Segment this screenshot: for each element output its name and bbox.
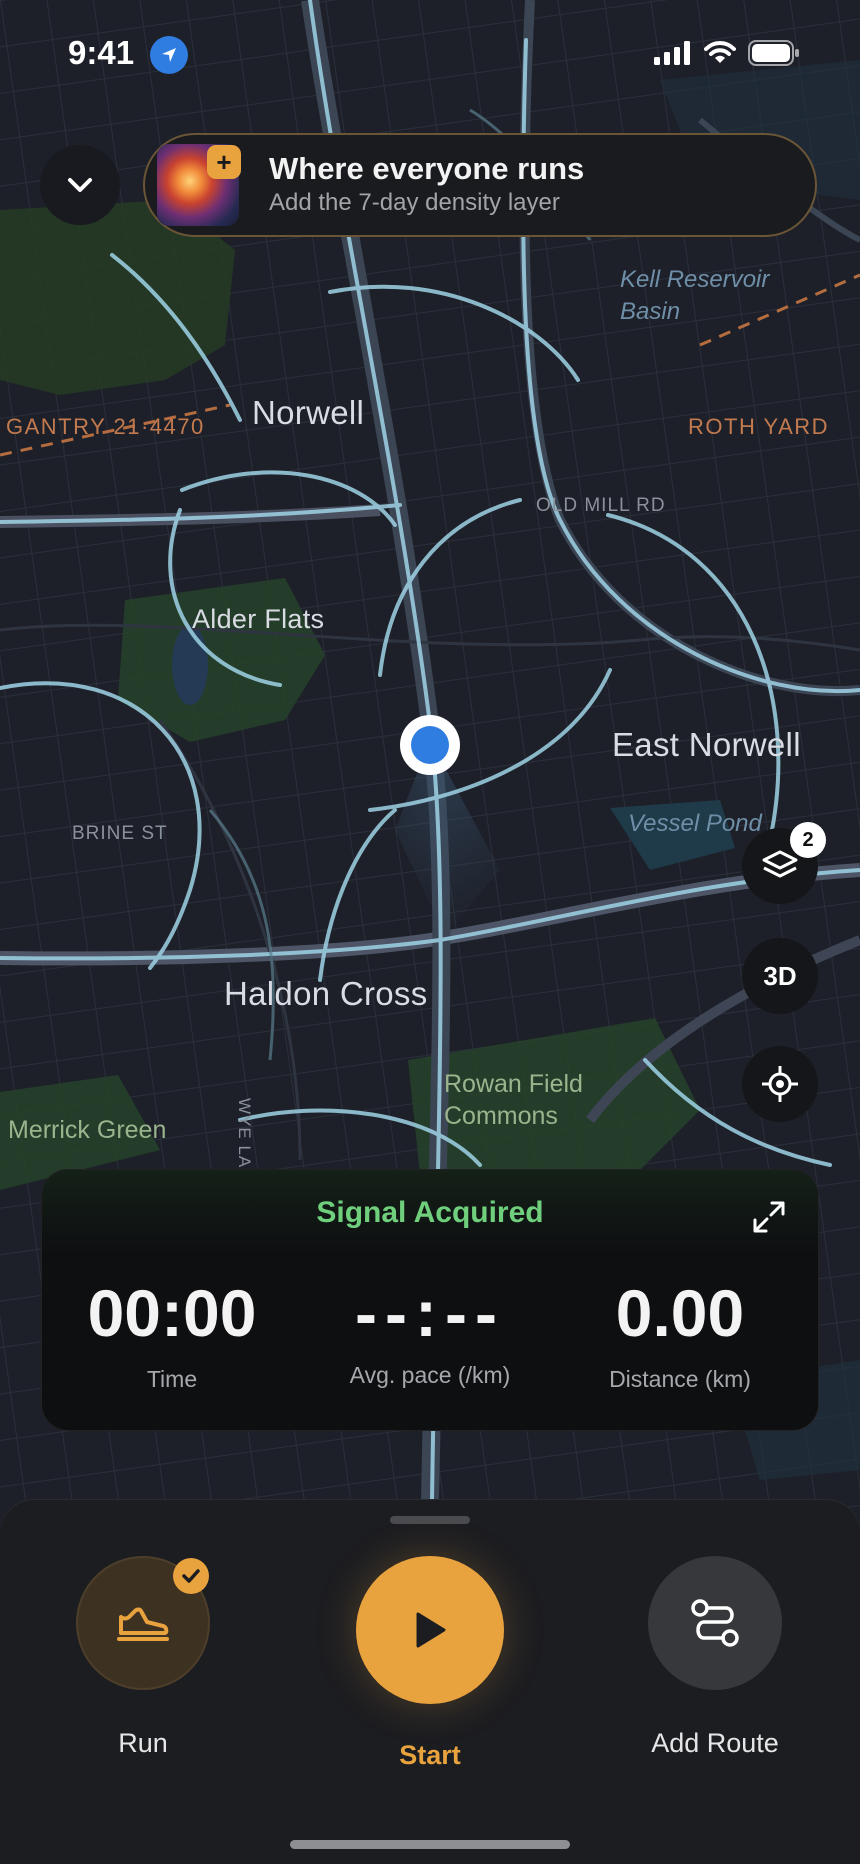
- chevron-down-icon: [68, 178, 92, 192]
- home-indicator[interactable]: [290, 1840, 570, 1849]
- map-label-haldon-cross: Haldon Cross: [224, 975, 428, 1012]
- time-value: 00:00: [87, 1276, 257, 1350]
- route-icon: [691, 1599, 739, 1647]
- pace-label: Avg. pace (/km): [349, 1362, 511, 1388]
- expand-icon[interactable]: [752, 1200, 786, 1234]
- map-label-merrick-green: Merrick Green: [8, 1116, 167, 1144]
- cellular-signal-icon: [654, 41, 690, 65]
- status-icons: [654, 40, 800, 66]
- current-location-dot: [411, 726, 449, 764]
- add-route-button[interactable]: [648, 1556, 782, 1690]
- pace-value: --:--: [355, 1276, 505, 1350]
- add-plus-icon: +: [207, 145, 241, 179]
- map-label-basin: Basin: [620, 298, 681, 325]
- location-arrow-icon: [150, 36, 188, 74]
- map-label-vessel-pond: Vessel Pond: [628, 810, 762, 837]
- add-route-label: Add Route: [651, 1728, 779, 1758]
- running-shoe-icon: [117, 1607, 169, 1641]
- sheet-grabber[interactable]: [390, 1516, 470, 1524]
- time-label: Time: [146, 1366, 198, 1392]
- map-label-kell-reservoir: Kell Reservoir: [620, 266, 770, 293]
- collapse-button[interactable]: [40, 145, 120, 225]
- play-icon: [416, 1612, 446, 1648]
- run-label: Run: [118, 1728, 168, 1758]
- status-time: 9:41: [68, 34, 135, 71]
- pace-stat: --:-- Avg. pace (/km): [310, 1278, 550, 1389]
- map-label-norwell: Norwell: [252, 394, 365, 431]
- time-stat: 00:00 Time: [52, 1278, 292, 1393]
- map-label-commons: Commons: [444, 1102, 558, 1130]
- map-label-alder-flats: Alder Flats: [192, 604, 325, 634]
- run-tracker-screen: GANTRY 21·4470 Norwell Kell Reservoir Ba…: [0, 0, 860, 1864]
- distance-stat: 0.00 Distance (km): [560, 1278, 800, 1393]
- recenter-button[interactable]: [742, 1046, 818, 1122]
- distance-label: Distance (km): [609, 1366, 751, 1392]
- crosshair-icon: [762, 1066, 798, 1102]
- gps-signal-status: Signal Acquired: [316, 1196, 544, 1229]
- battery-icon: [748, 40, 799, 66]
- density-layer-promo[interactable]: + Where everyone runs Add the 7-day dens…: [143, 133, 817, 237]
- 3d-toggle-button[interactable]: 3D: [742, 938, 818, 1014]
- map-label-east-norwell: East Norwell: [612, 726, 801, 763]
- wifi-icon: [704, 41, 736, 63]
- start-label: Start: [399, 1740, 461, 1770]
- map-label-brine-st: BRINE ST: [72, 823, 168, 844]
- map-label-old-mill-rd: OLD MILL RD: [536, 495, 666, 516]
- promo-subtitle: Add the 7-day density layer: [269, 189, 560, 216]
- layers-count-badge: 2: [790, 822, 826, 858]
- map-label-rowan-field: Rowan Field: [444, 1070, 583, 1098]
- layers-icon: [762, 850, 798, 878]
- map-label-roth-yard: ROTH YARD: [688, 414, 830, 439]
- start-button[interactable]: [356, 1556, 504, 1704]
- selected-check-icon: [173, 1558, 209, 1594]
- bottom-sheet: Run Start Add Route: [0, 1500, 860, 1864]
- distance-value: 0.00: [615, 1276, 745, 1350]
- run-stats-card: Signal Acquired 00:00 Time --:-- Avg. pa…: [42, 1170, 818, 1430]
- map-label-gantry: GANTRY 21·4470: [6, 414, 205, 439]
- promo-title: Where everyone runs: [269, 151, 585, 186]
